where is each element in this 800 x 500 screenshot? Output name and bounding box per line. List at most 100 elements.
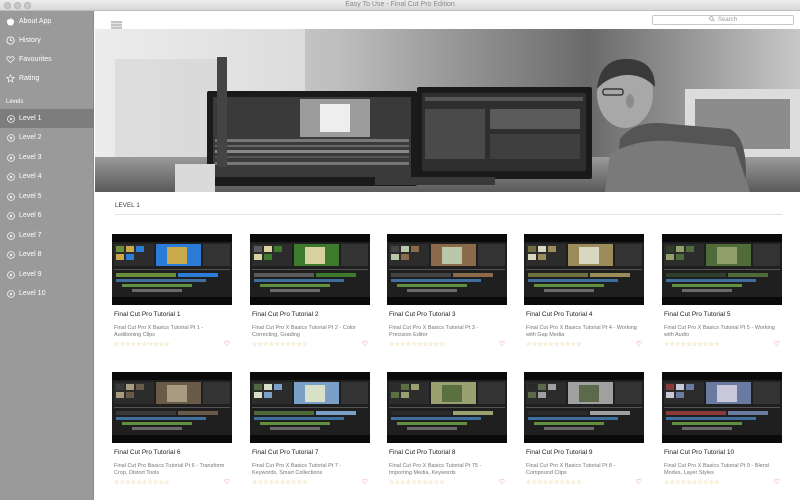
star-rating[interactable]: ☆☆☆☆☆☆☆☆☆☆ [252,479,308,486]
list-menu-icon[interactable] [111,16,122,29]
heart-icon[interactable]: ♡ [636,340,642,348]
clock-icon [6,36,15,45]
video-thumbnail[interactable] [112,234,232,305]
video-title[interactable]: Final Cut Pro Tutorial 10 [664,449,734,456]
play-circle-icon [6,133,15,142]
video-thumbnail[interactable] [250,234,370,305]
video-thumbnail[interactable] [662,372,782,443]
star-rating[interactable]: ☆☆☆☆☆☆☆☆☆☆ [114,341,170,348]
play-circle-icon [6,289,15,298]
levels-section-label: Levels [6,99,24,105]
video-title[interactable]: Final Cut Pro Tutorial 8 [389,449,455,456]
video-thumbnail[interactable] [387,372,507,443]
sidebar-item-label: Level 8 [19,251,42,258]
video-title[interactable]: Final Cut Pro Tutorial 4 [526,311,592,318]
sidebar-item-label: Level 3 [19,154,42,161]
sidebar-item-label: Level 10 [19,290,46,297]
video-title[interactable]: Final Cut Pro Tutorial 3 [389,311,455,318]
star-rating[interactable]: ☆☆☆☆☆☆☆☆☆☆ [389,479,445,486]
star-rating[interactable]: ☆☆☆☆☆☆☆☆☆☆ [389,341,445,348]
level-heading: LEVEL 1 [115,203,140,209]
sidebar-item-label: Level 9 [19,271,42,278]
video-description: Final Cut Pro X Basics Tutorial Pt 75 - … [389,463,482,476]
sidebar-item-history[interactable]: History [0,31,94,50]
video-thumbnail[interactable] [524,234,644,305]
play-circle-icon [6,153,15,162]
search-placeholder: Search [717,17,737,23]
video-description: Final Cut Pro X Basics Tutorial Pt 5 - W… [664,325,775,338]
video-thumbnail[interactable] [662,234,782,305]
sidebar-item-level-4[interactable]: Level 4 [0,167,94,186]
video-description: Final Cut Pro X Basics Tutorial Pt 7 - K… [252,463,342,476]
video-thumbnail[interactable] [387,234,507,305]
video-description: Final Cut Pro Basics Tutorial Pt 6 - Tra… [114,463,225,476]
play-circle-icon [6,211,15,220]
star-rating[interactable]: ☆☆☆☆☆☆☆☆☆☆ [252,341,308,348]
video-card[interactable]: Final Cut Pro Tutorial 7 Final Cut Pro X… [250,372,370,492]
level-divider [115,214,782,215]
sidebar-item-level-10[interactable]: Level 10 [0,284,94,303]
hero-banner-image [95,29,800,192]
sidebar-item-rating[interactable]: Rating [0,69,94,88]
sidebar-item-level-9[interactable]: Level 9 [0,265,94,284]
heart-icon[interactable]: ♡ [636,478,642,486]
sidebar-item-label: Level 4 [19,173,42,180]
video-card[interactable]: Final Cut Pro Tutorial 8 Final Cut Pro X… [387,372,507,492]
video-title[interactable]: Final Cut Pro Tutorial 6 [114,449,180,456]
sidebar-item-label: Rating [19,75,40,82]
play-circle-icon [6,231,15,240]
star-rating[interactable]: ☆☆☆☆☆☆☆☆☆☆ [526,341,582,348]
video-card[interactable]: Final Cut Pro Tutorial 1 Final Cut Pro X… [112,234,232,354]
sidebar-item-level-2[interactable]: Level 2 [0,128,94,147]
video-thumbnail[interactable] [250,372,370,443]
window-title: Easy To Use - Final Cut Pro Edition [345,1,455,8]
heart-icon[interactable]: ♡ [224,478,230,486]
heart-icon[interactable]: ♡ [774,340,780,348]
video-title[interactable]: Final Cut Pro Tutorial 7 [252,449,318,456]
heart-icon[interactable]: ♡ [774,478,780,486]
video-thumbnail[interactable] [524,372,644,443]
heart-icon[interactable]: ♡ [224,340,230,348]
star-rating[interactable]: ☆☆☆☆☆☆☆☆☆☆ [664,479,720,486]
video-card[interactable]: Final Cut Pro Tutorial 4 Final Cut Pro X… [524,234,644,354]
sidebar-item-label: Level 5 [19,193,42,200]
sidebar-item-label: Level 6 [19,212,42,219]
sidebar-item-level-1[interactable]: Level 1 [0,109,94,128]
sidebar-item-favourites[interactable]: Favourites [0,50,94,69]
heart-icon[interactable]: ♡ [362,340,368,348]
sidebar: About App History Favourites Rating Leve… [0,11,94,500]
sidebar-item-about-app[interactable]: About App [0,12,94,31]
video-card[interactable]: Final Cut Pro Tutorial 2 Final Cut Pro X… [250,234,370,354]
video-card[interactable]: Final Cut Pro Tutorial 9 Final Cut Pro X… [524,372,644,492]
video-description: Final Cut Pro X Basics Tutorial Pt 8 - C… [526,463,616,476]
window-titlebar: Easy To Use - Final Cut Pro Edition [0,0,800,11]
star-rating[interactable]: ☆☆☆☆☆☆☆☆☆☆ [664,341,720,348]
video-title[interactable]: Final Cut Pro Tutorial 2 [252,311,318,318]
video-card[interactable]: Final Cut Pro Tutorial 5 Final Cut Pro X… [662,234,782,354]
sidebar-item-level-3[interactable]: Level 3 [0,148,94,167]
search-icon [709,16,715,24]
heart-icon[interactable]: ♡ [362,478,368,486]
play-circle-icon [6,192,15,201]
sidebar-item-level-6[interactable]: Level 6 [0,206,94,225]
video-card[interactable]: Final Cut Pro Tutorial 10 Final Cut Pro … [662,372,782,492]
play-circle-icon [6,250,15,259]
heart-icon[interactable]: ♡ [499,340,505,348]
apple-icon [6,17,15,26]
sidebar-item-level-5[interactable]: Level 5 [0,187,94,206]
search-field[interactable]: Search [652,15,794,25]
heart-icon [6,55,15,64]
video-card[interactable]: Final Cut Pro Tutorial 3 Final Cut Pro X… [387,234,507,354]
star-rating[interactable]: ☆☆☆☆☆☆☆☆☆☆ [526,479,582,486]
heart-icon[interactable]: ♡ [499,478,505,486]
video-thumbnail[interactable] [112,372,232,443]
video-description: Final Cut Pro X Basics Tutorial Pt 2 - C… [252,325,356,338]
video-title[interactable]: Final Cut Pro Tutorial 1 [114,311,180,318]
play-circle-icon [6,172,15,181]
video-card[interactable]: Final Cut Pro Tutorial 6 Final Cut Pro B… [112,372,232,492]
sidebar-item-level-7[interactable]: Level 7 [0,226,94,245]
video-title[interactable]: Final Cut Pro Tutorial 5 [664,311,730,318]
video-title[interactable]: Final Cut Pro Tutorial 9 [526,449,592,456]
star-rating[interactable]: ☆☆☆☆☆☆☆☆☆☆ [114,479,170,486]
sidebar-item-level-8[interactable]: Level 8 [0,245,94,264]
